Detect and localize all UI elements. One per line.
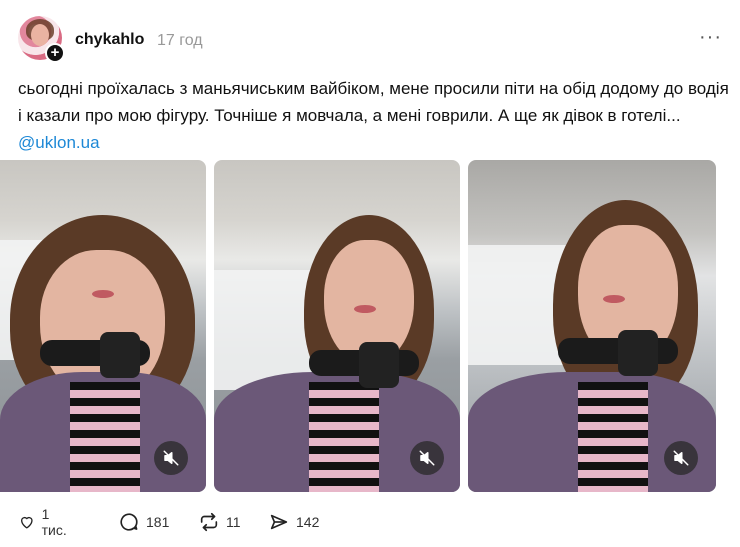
avatar-face [31, 24, 49, 46]
mute-button[interactable] [154, 441, 188, 475]
muted-speaker-icon [419, 450, 435, 466]
comment-bubble-icon [120, 513, 138, 531]
like-count: 1 тис. [41, 506, 67, 538]
video-lips [92, 290, 114, 298]
video-thumbnail-2[interactable] [214, 160, 460, 492]
post-text: сьогодні проїхалась з маньячиським вайбі… [18, 75, 730, 156]
repost-button[interactable]: 11 [198, 508, 241, 536]
like-button[interactable]: 1 тис. [18, 506, 71, 538]
mute-button[interactable] [664, 441, 698, 475]
post-body: сьогодні проїхалась з маньячиським вайбі… [18, 79, 729, 125]
send-icon [270, 514, 288, 530]
follow-button[interactable]: + [45, 43, 65, 63]
video-headphone-cup [359, 342, 399, 388]
video-lips [603, 295, 625, 303]
video-shirt [578, 382, 648, 492]
video-thumbnail-3[interactable] [468, 160, 716, 492]
post-header: + chykahlo 17 год ··· [18, 16, 722, 64]
video-shirt [309, 382, 379, 492]
video-headphone-cup [618, 330, 658, 376]
repost-icon [200, 512, 218, 532]
video-shirt [70, 382, 140, 492]
mention-link[interactable]: @uklon.ua [18, 133, 100, 152]
comment-count: 181 [146, 514, 170, 530]
video-lips [354, 305, 376, 313]
heart-icon [21, 516, 33, 529]
timestamp[interactable]: 17 год [157, 32, 203, 50]
video-thumbnail-1[interactable] [0, 160, 206, 492]
muted-speaker-icon [673, 450, 689, 466]
username[interactable]: chykahlo [75, 31, 144, 49]
mute-button[interactable] [410, 441, 444, 475]
share-button[interactable]: 142 [268, 508, 319, 536]
video-headphone-cup [100, 332, 140, 378]
more-options-button[interactable]: ··· [699, 27, 722, 47]
muted-speaker-icon [163, 450, 179, 466]
comment-button[interactable]: 181 [118, 508, 169, 536]
repost-count: 11 [226, 514, 241, 530]
share-count: 142 [296, 514, 320, 530]
